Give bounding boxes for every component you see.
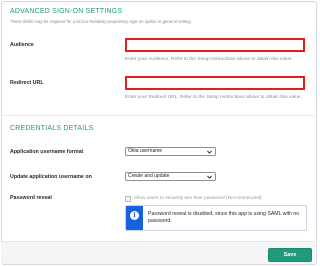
advanced-settings-note: These fields may be required for a kCura… <box>10 19 192 24</box>
username-format-select[interactable]: Okta username <box>125 147 216 156</box>
save-button[interactable]: Save <box>268 248 312 262</box>
redirect-url-label: Redirect URL <box>10 80 44 86</box>
chevron-down-icon <box>207 150 212 154</box>
info-callout-bar: i <box>126 206 143 230</box>
update-username-value: Create and update <box>128 173 170 179</box>
advanced-sign-on-heading: ADVANCED SIGN-ON SETTINGS <box>10 8 123 15</box>
credentials-details-heading: CREDENTIALS DETAILS <box>10 125 94 132</box>
username-format-value: Okta username <box>128 148 163 154</box>
redirect-url-input[interactable] <box>125 76 305 90</box>
password-reveal-checkbox-label: Allow users to securely see their passwo… <box>134 196 262 201</box>
chevron-down-icon <box>207 175 212 179</box>
redirect-url-help-text: Enter your Redirect URL. Refer to the Se… <box>125 95 302 100</box>
password-reveal-info-message: Password reveal is disabled, since this … <box>148 211 300 224</box>
password-reveal-checkbox[interactable] <box>125 196 131 202</box>
section-divider <box>1 115 315 116</box>
password-reveal-label: Password reveal <box>10 195 52 201</box>
audience-input[interactable] <box>125 38 305 52</box>
password-reveal-info-callout: i Password reveal is disabled, since thi… <box>125 205 307 231</box>
audience-label: Audience <box>10 42 34 48</box>
update-username-label: Update application username on <box>10 174 92 180</box>
update-username-select[interactable]: Create and update <box>125 172 216 181</box>
username-format-label: Application username format <box>10 149 84 155</box>
info-icon: i <box>130 211 139 220</box>
audience-help-text: Enter your Audience. Refer to the Setup … <box>125 57 293 62</box>
